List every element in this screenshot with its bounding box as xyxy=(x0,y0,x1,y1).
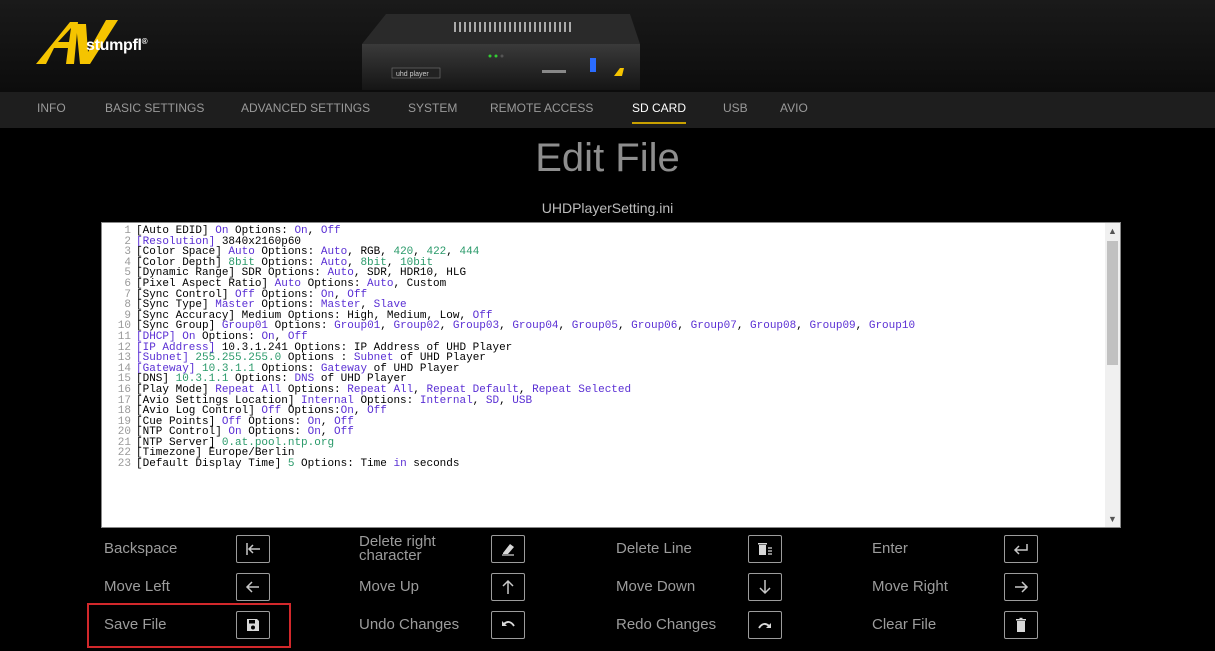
line-number: 1 xyxy=(124,225,131,237)
enter-button[interactable] xyxy=(1004,535,1038,563)
move-right-control[interactable]: Move Right xyxy=(872,569,1048,605)
tab-usb[interactable]: USB xyxy=(723,92,748,128)
header: stumpfl® uhd player xyxy=(0,0,1215,92)
clear-file-control[interactable]: Clear File xyxy=(872,607,1048,643)
move-down-button[interactable] xyxy=(748,573,782,601)
device-image: uhd player xyxy=(362,4,640,90)
undo-icon xyxy=(502,621,515,627)
arrow-down-icon xyxy=(759,580,771,595)
move-left-button[interactable] xyxy=(236,573,270,601)
backspace-label: Backspace xyxy=(104,540,178,557)
code-line[interactable]: 11 [DHCP] On Options: On, Off xyxy=(102,330,1107,343)
code-line[interactable]: 23 [Default Display Time] 5 Options: Time… xyxy=(102,459,1107,470)
clear-file-label: Clear File xyxy=(872,616,937,633)
move-left-label: Move Left xyxy=(104,578,170,595)
brand-name: stumpfl® xyxy=(86,37,148,54)
tab-advanced-settings[interactable]: ADVANCED SETTINGS xyxy=(241,92,370,128)
trash-icon xyxy=(1016,617,1026,632)
line-number: 6 xyxy=(124,277,131,290)
save-file-control[interactable]: Save File xyxy=(104,607,280,643)
eraser-icon xyxy=(502,544,514,556)
code-area[interactable]: 1 [Auto EDID] On Options: On, Off 2 [Resolu… xyxy=(102,223,1107,527)
arrow-to-left-icon xyxy=(246,543,260,555)
delete-right-label: Delete right character xyxy=(359,533,436,564)
scroll-down-icon[interactable]: ▼ xyxy=(1105,512,1120,526)
svg-text:uhd player: uhd player xyxy=(396,71,429,78)
arrow-left-icon xyxy=(245,581,259,593)
floppy-disk-icon xyxy=(247,619,259,631)
enter-control[interactable]: Enter xyxy=(872,531,1048,567)
redo-control[interactable]: Redo Changes xyxy=(616,607,792,643)
line-number: 16 xyxy=(117,383,131,396)
tab-avio[interactable]: AVIO xyxy=(780,92,808,128)
move-up-label: Move Up xyxy=(359,578,420,595)
delete-right-control[interactable]: Delete right character xyxy=(359,531,535,567)
backspace-button[interactable] xyxy=(236,535,270,563)
move-left-control[interactable]: Move Left xyxy=(104,569,280,605)
backspace-control[interactable]: Backspace xyxy=(104,531,280,567)
trash-lines-icon xyxy=(758,543,772,555)
tab-basic-settings[interactable]: BASIC SETTINGS xyxy=(105,92,204,128)
page-title: Edit File xyxy=(535,136,680,180)
move-down-label: Move Down xyxy=(616,578,696,595)
scroll-up-icon[interactable]: ▲ xyxy=(1105,224,1120,238)
line-number: 23 xyxy=(117,458,131,471)
save-file-label: Save File xyxy=(104,616,167,633)
main-nav: INFO BASIC SETTINGS ADVANCED SETTINGS SY… xyxy=(0,92,1215,128)
delete-line-control[interactable]: Delete Line xyxy=(616,531,792,567)
save-file-button[interactable] xyxy=(236,611,270,639)
move-right-button[interactable] xyxy=(1004,573,1038,601)
tab-info[interactable]: INFO xyxy=(37,92,66,128)
delete-right-button[interactable] xyxy=(491,535,525,563)
scroll-thumb[interactable] xyxy=(1107,241,1118,365)
enter-icon xyxy=(1013,544,1028,555)
move-right-label: Move Right xyxy=(872,578,948,595)
tab-remote-access[interactable]: REMOTE ACCESS xyxy=(490,92,593,128)
code-editor[interactable]: 1 [Auto EDID] On Options: On, Off 2 [Resolu… xyxy=(101,222,1121,528)
move-up-control[interactable]: Move Up xyxy=(359,569,535,605)
delete-line-button[interactable] xyxy=(748,535,782,563)
delete-line-label: Delete Line xyxy=(616,540,692,557)
tab-system[interactable]: SYSTEM xyxy=(408,92,457,128)
file-name: UHDPlayerSetting.ini xyxy=(541,200,674,216)
redo-label: Redo Changes xyxy=(616,616,717,633)
editor-scrollbar[interactable]: ▲ ▼ xyxy=(1105,223,1120,527)
code-line[interactable]: 16 [Play Mode] Repeat All Options: Repeat… xyxy=(102,383,1107,396)
clear-file-button[interactable] xyxy=(1004,611,1038,639)
enter-label: Enter xyxy=(872,540,908,557)
move-up-button[interactable] xyxy=(491,573,525,601)
tab-sd-card[interactable]: SD CARD xyxy=(632,92,687,128)
undo-label: Undo Changes xyxy=(359,616,460,633)
undo-control[interactable]: Undo Changes xyxy=(359,607,535,643)
redo-button[interactable] xyxy=(748,611,782,639)
line-number: 11 xyxy=(117,330,131,343)
code-line[interactable]: 1 [Auto EDID] On Options: On, Off xyxy=(102,226,1107,237)
move-down-control[interactable]: Move Down xyxy=(616,569,792,605)
arrow-right-icon xyxy=(1015,581,1029,593)
undo-button[interactable] xyxy=(491,611,525,639)
arrow-up-icon xyxy=(502,579,514,594)
redo-icon xyxy=(758,623,771,629)
